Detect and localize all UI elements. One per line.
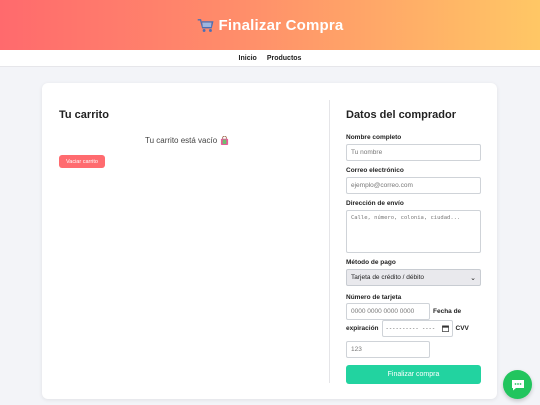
card-number-placeholder: 0000 0000 0000 0000	[351, 308, 415, 315]
address-textarea[interactable]: Calle, número, colonia, ciudad...	[346, 210, 481, 253]
expiry-cvv-row: expiración ---------- ---- CVV	[346, 320, 481, 337]
payment-label: Método de pago	[346, 259, 396, 266]
email-label: Correo electrónico	[346, 167, 404, 174]
checkout-card: Tu carrito Tu carrito está vacío Vaciar …	[42, 83, 497, 399]
cvv-placeholder: 123	[351, 346, 362, 353]
page-header: Finalizar Compra	[0, 0, 540, 50]
expiry-label-part1: Fecha de	[433, 308, 462, 315]
expiry-placeholder: ---------- ----	[385, 325, 436, 332]
cart-empty-text: Tu carrito está vacío	[145, 136, 218, 145]
email-placeholder: ejemplo@correo.com	[351, 182, 413, 189]
chat-bubble-icon	[511, 379, 524, 390]
section-divider	[329, 100, 330, 383]
name-label: Nombre completo	[346, 134, 402, 141]
top-nav: Inicio Productos	[0, 50, 540, 67]
name-input[interactable]: Tu nombre	[346, 144, 481, 161]
card-number-label: Número de tarjeta	[346, 294, 402, 301]
chat-button[interactable]	[503, 370, 532, 399]
page-title-text: Finalizar Compra	[218, 16, 344, 34]
nav-item-inicio[interactable]: Inicio	[239, 55, 257, 62]
clear-cart-button[interactable]: Vaciar carrito	[59, 155, 105, 168]
calendar-icon[interactable]	[441, 325, 449, 332]
email-input[interactable]: ejemplo@correo.com	[346, 177, 481, 194]
cvv-input[interactable]: 123	[346, 341, 430, 358]
name-placeholder: Tu nombre	[351, 149, 383, 156]
payment-selected-value: Tarjeta de crédito / débito	[351, 274, 424, 281]
submit-order-button[interactable]: Finalizar compra	[346, 365, 481, 384]
card-expiry-row: 0000 0000 0000 0000 Fecha de	[346, 303, 481, 320]
cart-empty-message: Tu carrito está vacío	[145, 136, 229, 145]
cvv-label: CVV	[455, 325, 469, 332]
address-label: Dirección de envío	[346, 200, 404, 207]
payment-method-select[interactable]: Tarjeta de crédito / débito ⌄	[346, 269, 481, 286]
cart-section: Tu carrito Tu carrito está vacío Vaciar …	[59, 109, 309, 168]
page-title: Finalizar Compra	[197, 17, 344, 34]
address-placeholder: Calle, número, colonia, ciudad...	[351, 215, 461, 221]
card-number-input[interactable]: 0000 0000 0000 0000	[346, 303, 430, 320]
nav-item-productos[interactable]: Productos	[267, 55, 302, 62]
expiry-date-input[interactable]: ---------- ----	[381, 320, 453, 337]
shopping-cart-icon	[197, 18, 214, 32]
cart-title: Tu carrito	[59, 109, 109, 121]
shopping-bag-icon	[221, 136, 229, 145]
expiry-label-part2: expiración	[346, 325, 379, 332]
buyer-form: Datos del comprador Nombre completo Tu n…	[346, 109, 481, 358]
buyer-title: Datos del comprador	[346, 109, 457, 121]
chevron-down-icon: ⌄	[470, 274, 476, 282]
